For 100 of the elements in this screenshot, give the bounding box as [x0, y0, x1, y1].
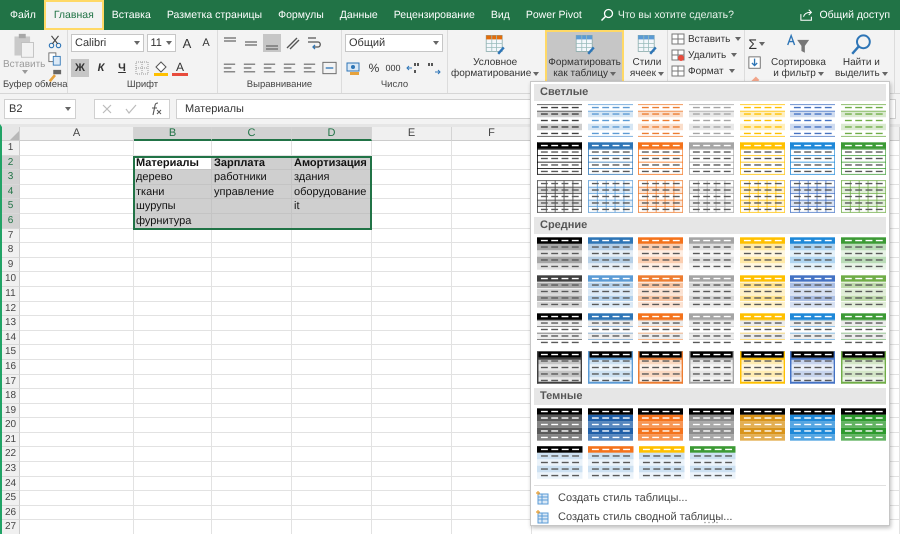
table-style-thumbnail[interactable]: [840, 180, 886, 213]
ribbon-tab[interactable]: Рецензирование: [386, 0, 483, 30]
ribbon-tab[interactable]: Вставка: [104, 0, 159, 30]
row-header[interactable]: 10: [2, 272, 20, 287]
table-style-thumbnail[interactable]: [740, 313, 785, 346]
table-style-thumbnail[interactable]: [588, 237, 633, 270]
ribbon-tab[interactable]: Power Pivot: [518, 0, 590, 30]
cells-button[interactable]: Вставить: [671, 31, 742, 47]
table-style-thumbnail[interactable]: [688, 408, 734, 441]
table-style-thumbnail[interactable]: [588, 104, 633, 137]
table-style-thumbnail[interactable]: [537, 408, 582, 441]
table-style-thumbnail[interactable]: [638, 275, 684, 308]
row-header[interactable]: 21: [2, 432, 20, 448]
font-style-button[interactable]: Ч: [113, 59, 131, 77]
row-header[interactable]: 8: [2, 243, 20, 258]
table-style-thumbnail[interactable]: [537, 142, 582, 175]
row-header[interactable]: 14: [2, 330, 20, 346]
row-header[interactable]: 11: [2, 286, 20, 302]
row-header[interactable]: 24: [2, 476, 20, 492]
table-style-thumbnail[interactable]: [537, 237, 582, 270]
vertical-align-icon[interactable]: [263, 34, 281, 52]
table-style-thumbnail[interactable]: [840, 275, 886, 308]
table-style-thumbnail[interactable]: [638, 237, 684, 270]
table-style-thumbnail[interactable]: [688, 142, 734, 175]
insert-function-icon[interactable]: [149, 102, 163, 116]
ribbon-tab[interactable]: Формулы: [270, 0, 332, 30]
row-header[interactable]: 26: [2, 506, 20, 520]
scissors-icon[interactable]: [48, 35, 62, 49]
ribbon-tab[interactable]: Разметка страницы: [158, 0, 270, 30]
row-header[interactable]: 5: [2, 199, 20, 214]
table-style-thumbnail[interactable]: [790, 313, 836, 346]
table-style-thumbnail[interactable]: [638, 351, 684, 384]
row-header[interactable]: 19: [2, 404, 20, 418]
table-style-thumbnail[interactable]: [537, 104, 582, 137]
table-style-thumbnail[interactable]: [740, 142, 785, 175]
table-style-thumbnail[interactable]: [688, 237, 734, 270]
fill-down-icon[interactable]: [748, 56, 762, 70]
table-style-thumbnail[interactable]: [790, 104, 836, 137]
table-style-thumbnail[interactable]: [740, 351, 785, 384]
row-header[interactable]: 27: [2, 520, 20, 534]
fill-color-icon[interactable]: [153, 60, 169, 76]
font-size-field[interactable]: 11: [146, 34, 176, 52]
column-header[interactable]: F: [452, 127, 532, 141]
table-style-thumbnail[interactable]: [840, 104, 886, 137]
cells-button[interactable]: Удалить: [671, 47, 742, 63]
table-style-thumbnail[interactable]: [740, 408, 785, 441]
table-style-thumbnail[interactable]: [588, 313, 633, 346]
number-format-field[interactable]: Общий: [345, 34, 443, 52]
font-style-button[interactable]: Ж: [71, 59, 89, 77]
table-style-thumbnail[interactable]: [790, 408, 836, 441]
share-button[interactable]: Общий доступ: [800, 0, 900, 30]
table-style-thumbnail[interactable]: [790, 237, 836, 270]
table-style-thumbnail[interactable]: [688, 313, 734, 346]
tell-me-field[interactable]: Что вы хотите сделать?: [618, 9, 748, 21]
table-style-thumbnail[interactable]: [639, 446, 684, 479]
table-style-thumbnail[interactable]: [588, 351, 633, 384]
row-header[interactable]: 1: [2, 141, 20, 156]
row-header[interactable]: 23: [2, 462, 20, 477]
menu-item[interactable]: Создать стиль сводной таблицы...: [536, 509, 884, 524]
table-style-thumbnail[interactable]: [790, 180, 836, 213]
row-header[interactable]: 22: [2, 447, 20, 462]
percent-button[interactable]: %: [366, 59, 382, 77]
name-box[interactable]: B2: [4, 99, 76, 119]
table-style-thumbnail[interactable]: [537, 275, 582, 308]
row-header[interactable]: 18: [2, 389, 20, 404]
table-style-thumbnail[interactable]: [688, 180, 734, 213]
merge-icon[interactable]: [321, 59, 338, 77]
table-style-thumbnail[interactable]: [790, 142, 836, 175]
table-style-thumbnail[interactable]: [638, 142, 684, 175]
table-style-thumbnail[interactable]: [537, 446, 582, 479]
table-style-thumbnail[interactable]: [688, 275, 734, 308]
table-style-thumbnail[interactable]: [588, 446, 634, 479]
row-header[interactable]: 20: [2, 418, 20, 433]
table-style-thumbnail[interactable]: [790, 275, 836, 308]
table-style-thumbnail[interactable]: [840, 142, 886, 175]
table-style-thumbnail[interactable]: [537, 180, 582, 213]
column-header[interactable]: C: [212, 127, 292, 141]
table-style-thumbnail[interactable]: [740, 104, 785, 137]
table-style-thumbnail[interactable]: [638, 313, 684, 346]
table-style-thumbnail[interactable]: [638, 408, 684, 441]
column-header[interactable]: D: [292, 127, 372, 141]
table-style-thumbnail[interactable]: [840, 408, 886, 441]
ribbon-tab[interactable]: Главная: [44, 0, 104, 30]
row-header[interactable]: 25: [2, 491, 20, 506]
table-style-thumbnail[interactable]: [688, 104, 734, 137]
shrink-font-button[interactable]: A: [198, 34, 214, 52]
table-style-thumbnail[interactable]: [688, 351, 734, 384]
font-color-button[interactable]: A: [172, 60, 188, 76]
column-header[interactable]: B: [134, 127, 212, 141]
row-header[interactable]: 16: [2, 360, 20, 374]
table-style-thumbnail[interactable]: [638, 104, 684, 137]
row-header[interactable]: 6: [2, 214, 20, 229]
thousands-button[interactable]: 000: [385, 59, 401, 77]
row-header[interactable]: 4: [2, 184, 20, 200]
font-style-button[interactable]: К: [92, 59, 110, 77]
table-style-thumbnail[interactable]: [790, 351, 836, 384]
table-style-thumbnail[interactable]: [840, 313, 886, 346]
table-style-thumbnail[interactable]: [740, 237, 785, 270]
copy-icon[interactable]: [48, 52, 62, 66]
row-header[interactable]: 12: [2, 302, 20, 316]
